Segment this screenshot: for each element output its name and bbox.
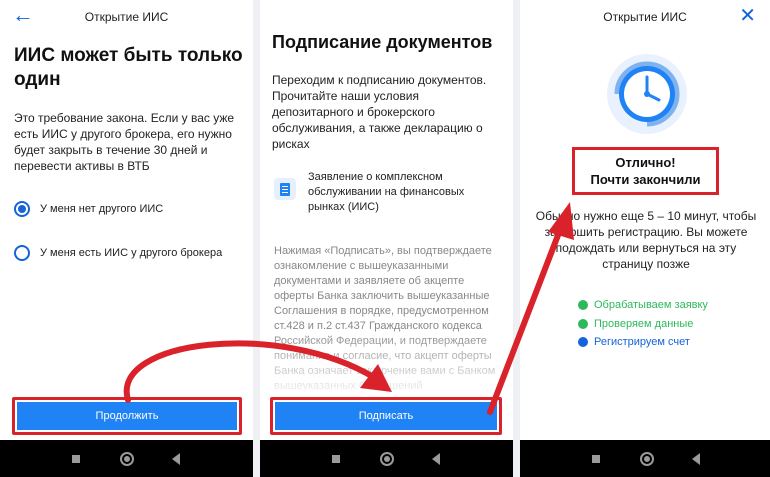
- option-has-iis-other-broker[interactable]: У меня есть ИИС у другого брокера: [14, 243, 222, 263]
- wait-info-text: Обычно нужно еще 5 – 10 минут, чтобы зав…: [535, 209, 757, 271]
- sign-button[interactable]: Подписать: [275, 402, 497, 430]
- sign-intro-text: Переходим к подписанию документов. Прочи…: [272, 73, 487, 151]
- status-label: Проверяем данные: [594, 318, 694, 330]
- document-link[interactable]: Заявление о комплексном обслуживании на …: [308, 170, 503, 215]
- success-heading-highlight: Отлично! Почти закончили: [572, 147, 719, 195]
- sign-button-highlight: Подписать: [270, 397, 502, 435]
- header-title: Открытие ИИС: [603, 10, 687, 24]
- status-label: Регистрируем счет: [594, 336, 690, 348]
- radio-checked-icon[interactable]: [14, 201, 30, 217]
- option-no-other-iis[interactable]: У меня нет другого ИИС: [14, 199, 163, 219]
- clock-icon: [607, 54, 687, 134]
- system-nav-bar: [260, 440, 513, 477]
- status-item: Регистрируем счет: [578, 334, 690, 350]
- scroll-fade: [260, 330, 513, 400]
- system-nav-bar: [520, 440, 770, 477]
- back-icon[interactable]: [172, 453, 180, 465]
- continue-button-highlight: Продолжить: [12, 397, 242, 435]
- status-item: Проверяем данные: [578, 316, 693, 332]
- success-heading-line1: Отлично!: [615, 155, 676, 170]
- law-requirement-text: Это требование закона. Если у вас уже ес…: [14, 111, 235, 173]
- header: Открытие ИИС ✕: [520, 0, 770, 34]
- option-label: У меня нет другого ИИС: [40, 203, 164, 215]
- screen-sign-documents: Подписание документов Переходим к подпис…: [260, 0, 513, 477]
- page-heading: ИИС может быть только один: [14, 45, 243, 90]
- back-icon[interactable]: [432, 453, 440, 465]
- radio-unchecked-icon[interactable]: [14, 245, 30, 261]
- option-label: У меня есть ИИС у другого брокера: [40, 247, 223, 259]
- recents-icon[interactable]: [72, 455, 80, 463]
- document-icon: [274, 178, 296, 200]
- recents-icon[interactable]: [332, 455, 340, 463]
- progress-icon: [578, 337, 588, 347]
- status-label: Обрабатываем заявку: [594, 299, 708, 311]
- close-icon[interactable]: ✕: [739, 6, 756, 26]
- home-icon[interactable]: [640, 452, 654, 466]
- system-nav-bar: [0, 440, 253, 477]
- screen-iis-one-only: ← Открытие ИИС ИИС может быть только оди…: [0, 0, 253, 477]
- recents-icon[interactable]: [592, 455, 600, 463]
- page-heading: Подписание документов: [272, 32, 493, 52]
- status-item: Обрабатываем заявку: [578, 297, 708, 313]
- home-icon[interactable]: [120, 452, 134, 466]
- screen-almost-done: Открытие ИИС ✕ Отлично! Почти закончили …: [520, 0, 770, 477]
- panel-divider: [513, 0, 520, 477]
- header: ← Открытие ИИС: [0, 0, 253, 34]
- check-icon: [578, 300, 588, 310]
- continue-button[interactable]: Продолжить: [17, 402, 237, 430]
- success-heading-line2: Почти закончили: [590, 172, 701, 187]
- home-icon[interactable]: [380, 452, 394, 466]
- check-icon: [578, 319, 588, 329]
- panel-divider: [253, 0, 260, 477]
- back-icon[interactable]: [692, 453, 700, 465]
- header-title: Открытие ИИС: [84, 10, 169, 24]
